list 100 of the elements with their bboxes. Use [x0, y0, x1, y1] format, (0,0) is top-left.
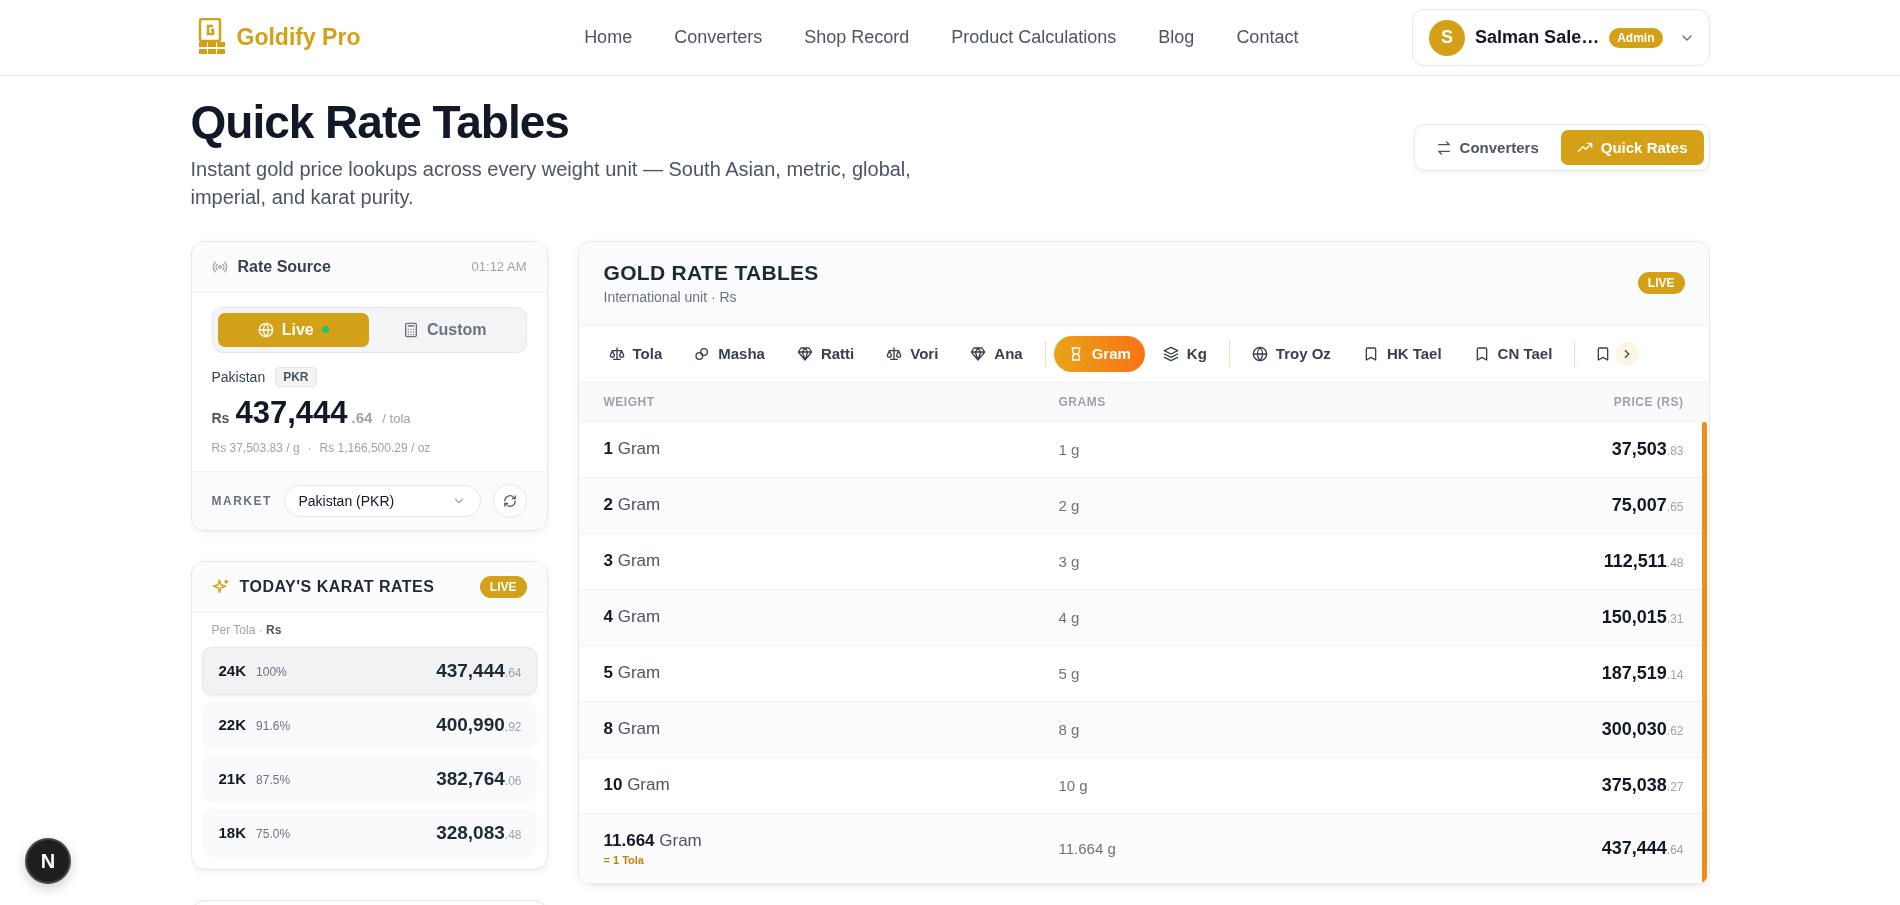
rate-caption: Per Tola · Rs — [210, 621, 283, 639]
card-title: Rate Source — [237, 257, 331, 276]
price-cell-text: 112,511.48 — [1602, 550, 1684, 572]
weight-text: 5 Gram — [603, 663, 662, 684]
karat-label: 18K — [218, 824, 247, 842]
nav-link[interactable]: Contact — [1236, 27, 1299, 48]
grams-cell-text: 4 g — [1058, 608, 1081, 626]
grams-cell-text: 2 g — [1058, 496, 1081, 514]
karat-label: 24K — [218, 662, 247, 680]
price-unit: / tola — [382, 410, 411, 426]
karat-row[interactable]: 22K 91.6% 400,990.92 — [201, 700, 537, 749]
refresh-icon — [502, 493, 517, 508]
live-badge: LIVE — [1637, 272, 1685, 295]
diamond-icon — [796, 345, 813, 362]
grams-cell-text: 3 g — [1058, 552, 1081, 570]
grams-cell-text: 8 g — [1058, 720, 1081, 738]
nav-link[interactable]: Shop Record — [804, 27, 910, 48]
weight-text: 11.664 Gram — [603, 830, 703, 851]
unit-tab[interactable]: Ratti — [782, 335, 869, 372]
rate-value: 382,764 — [436, 767, 505, 789]
market-label: MARKET — [211, 493, 272, 508]
weight-text: 2 Gram — [603, 495, 662, 516]
grams-cell-text: 5 g — [1058, 664, 1081, 682]
view-tab[interactable]: Converters — [1419, 130, 1555, 165]
coins-icon — [694, 345, 711, 362]
grams-cell-text: 11.664 g — [1058, 839, 1117, 857]
karat-label: 22K — [218, 716, 247, 734]
scroll-right-button[interactable] — [1615, 341, 1640, 366]
live-dot — [321, 326, 329, 334]
nav-link[interactable]: Blog — [1158, 27, 1195, 48]
karat-row[interactable]: 18K 75.0% 328,083.48 — [201, 808, 537, 857]
purity-text: 91.6% — [256, 719, 291, 734]
sub-rate: Rs 1,166,500.29 / oz — [319, 440, 431, 455]
dev-tools-button[interactable]: N — [25, 838, 71, 884]
table-subtitle: International unit · Rs — [603, 289, 738, 306]
rate-decimals: .06 — [504, 773, 522, 788]
layers-icon — [1162, 345, 1179, 362]
purity-text: 100% — [256, 665, 287, 680]
scrollbar[interactable] — [1701, 421, 1707, 884]
avatar: S — [1429, 19, 1466, 56]
separator-dot: · — [307, 440, 312, 455]
scale-icon — [608, 345, 625, 362]
rate-value: 328,083 — [436, 821, 505, 843]
nav-link[interactable]: Product Calculations — [951, 27, 1117, 48]
unit-tab[interactable]: Kg — [1148, 335, 1221, 372]
unit-tab[interactable]: CN Tael — [1459, 335, 1567, 372]
column-header: GRAMS — [1058, 394, 1107, 409]
weight-text: 4 Gram — [603, 607, 662, 628]
unit-tab[interactable]: Ana — [956, 335, 1037, 372]
weight-text: 1 Gram — [603, 439, 662, 460]
user-menu[interactable]: S Salman Sale… Admin — [1412, 9, 1710, 66]
karat-row[interactable]: 24K 100% 437,444.64 — [201, 646, 537, 695]
unit-tab[interactable]: Troy Oz — [1237, 335, 1345, 372]
price-cell-text: 187,519.14 — [1600, 662, 1684, 684]
unit-tab[interactable]: Vori — [872, 335, 953, 372]
price-cell-text: 37,503.83 — [1610, 438, 1684, 460]
rate-value: 437,444 — [436, 659, 505, 681]
column-header: PRICE (RS) — [1612, 394, 1684, 409]
mode-tab[interactable]: Custom — [369, 312, 521, 347]
price-cell-text: 437,444.64 — [1600, 837, 1684, 859]
sparkles-icon — [211, 577, 230, 596]
user-name: Salman Sale… — [1475, 27, 1600, 48]
equivalence-note: = 1 Tola — [603, 853, 645, 866]
nav-link[interactable]: Converters — [674, 27, 763, 48]
price-decimals: .64 — [351, 408, 373, 426]
rate-decimals: .48 — [504, 827, 522, 842]
karat-label: 21K — [218, 770, 247, 788]
swap-arrows-icon — [1435, 139, 1452, 156]
time-text: 01:12 AM — [471, 259, 527, 275]
grams-cell-text: 10 g — [1058, 776, 1089, 794]
country-name: Pakistan — [211, 368, 266, 385]
price-cell-text: 375,038.27 — [1600, 774, 1684, 796]
refresh-button[interactable] — [492, 483, 527, 518]
market-select[interactable]: Pakistan (PKR) — [283, 484, 481, 517]
price-cell-text: 150,015.31 — [1600, 606, 1684, 628]
price-cell-text: 75,007.65 — [1610, 494, 1684, 516]
sub-rate: Rs 37,503.83 / g — [211, 440, 300, 455]
page-title: Quick Rate Tables — [190, 96, 570, 149]
globe-icon — [1251, 345, 1268, 362]
rate-decimals: .92 — [504, 719, 522, 734]
weight-text: 3 Gram — [603, 551, 662, 572]
unit-tab[interactable]: Tola — [594, 335, 677, 372]
calculator-icon — [402, 321, 419, 338]
currency-badge: PKR — [275, 366, 317, 387]
role-badge: Admin — [1609, 27, 1663, 48]
karat-row[interactable]: 21K 87.5% 382,764.06 — [201, 754, 537, 803]
page-subtitle: Instant gold price lookups across every weight unit — South Asian, metric, global, imperial, and karat purity. — [190, 156, 912, 210]
table-title: GOLD RATE TABLES — [603, 261, 819, 286]
nav-link[interactable]: Home — [584, 27, 633, 48]
live-badge: LIVE — [479, 575, 527, 598]
unit-tab[interactable]: HK Tael — [1348, 335, 1456, 372]
price-cell-text: 300,030.62 — [1600, 718, 1684, 740]
weight-text: 10 Gram — [603, 775, 671, 796]
globe-icon — [257, 321, 274, 338]
column-header: WEIGHT — [603, 394, 656, 409]
purity-text: 75.0% — [256, 827, 291, 842]
card-title: TODAY'S KARAT RATES — [239, 577, 435, 596]
rate-value: 400,990 — [436, 713, 505, 735]
unit-tab[interactable]: Masha — [680, 335, 779, 372]
weight-text: 8 Gram — [603, 719, 662, 740]
